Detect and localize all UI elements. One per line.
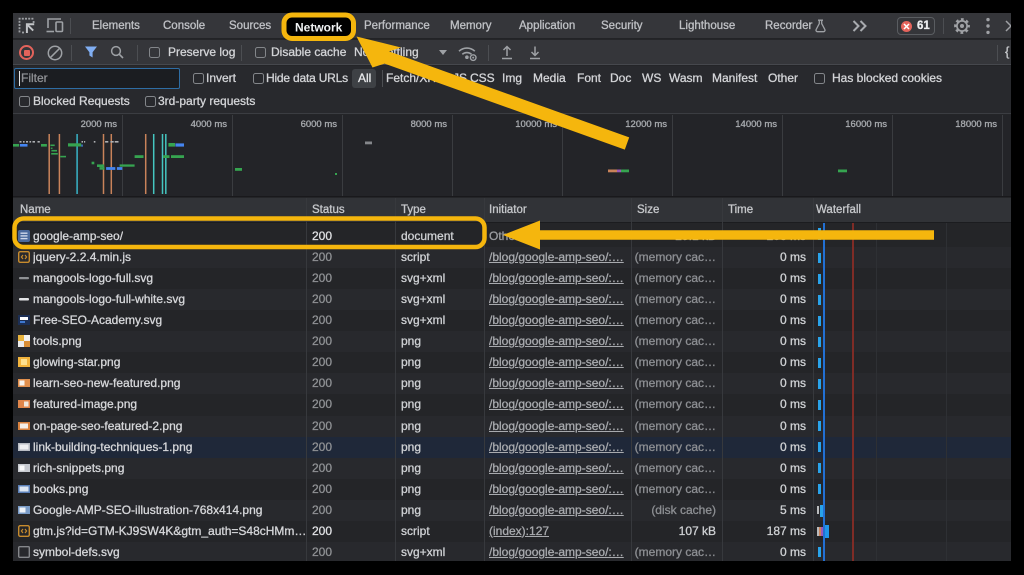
svg-text:Network: Network — [295, 21, 343, 35]
